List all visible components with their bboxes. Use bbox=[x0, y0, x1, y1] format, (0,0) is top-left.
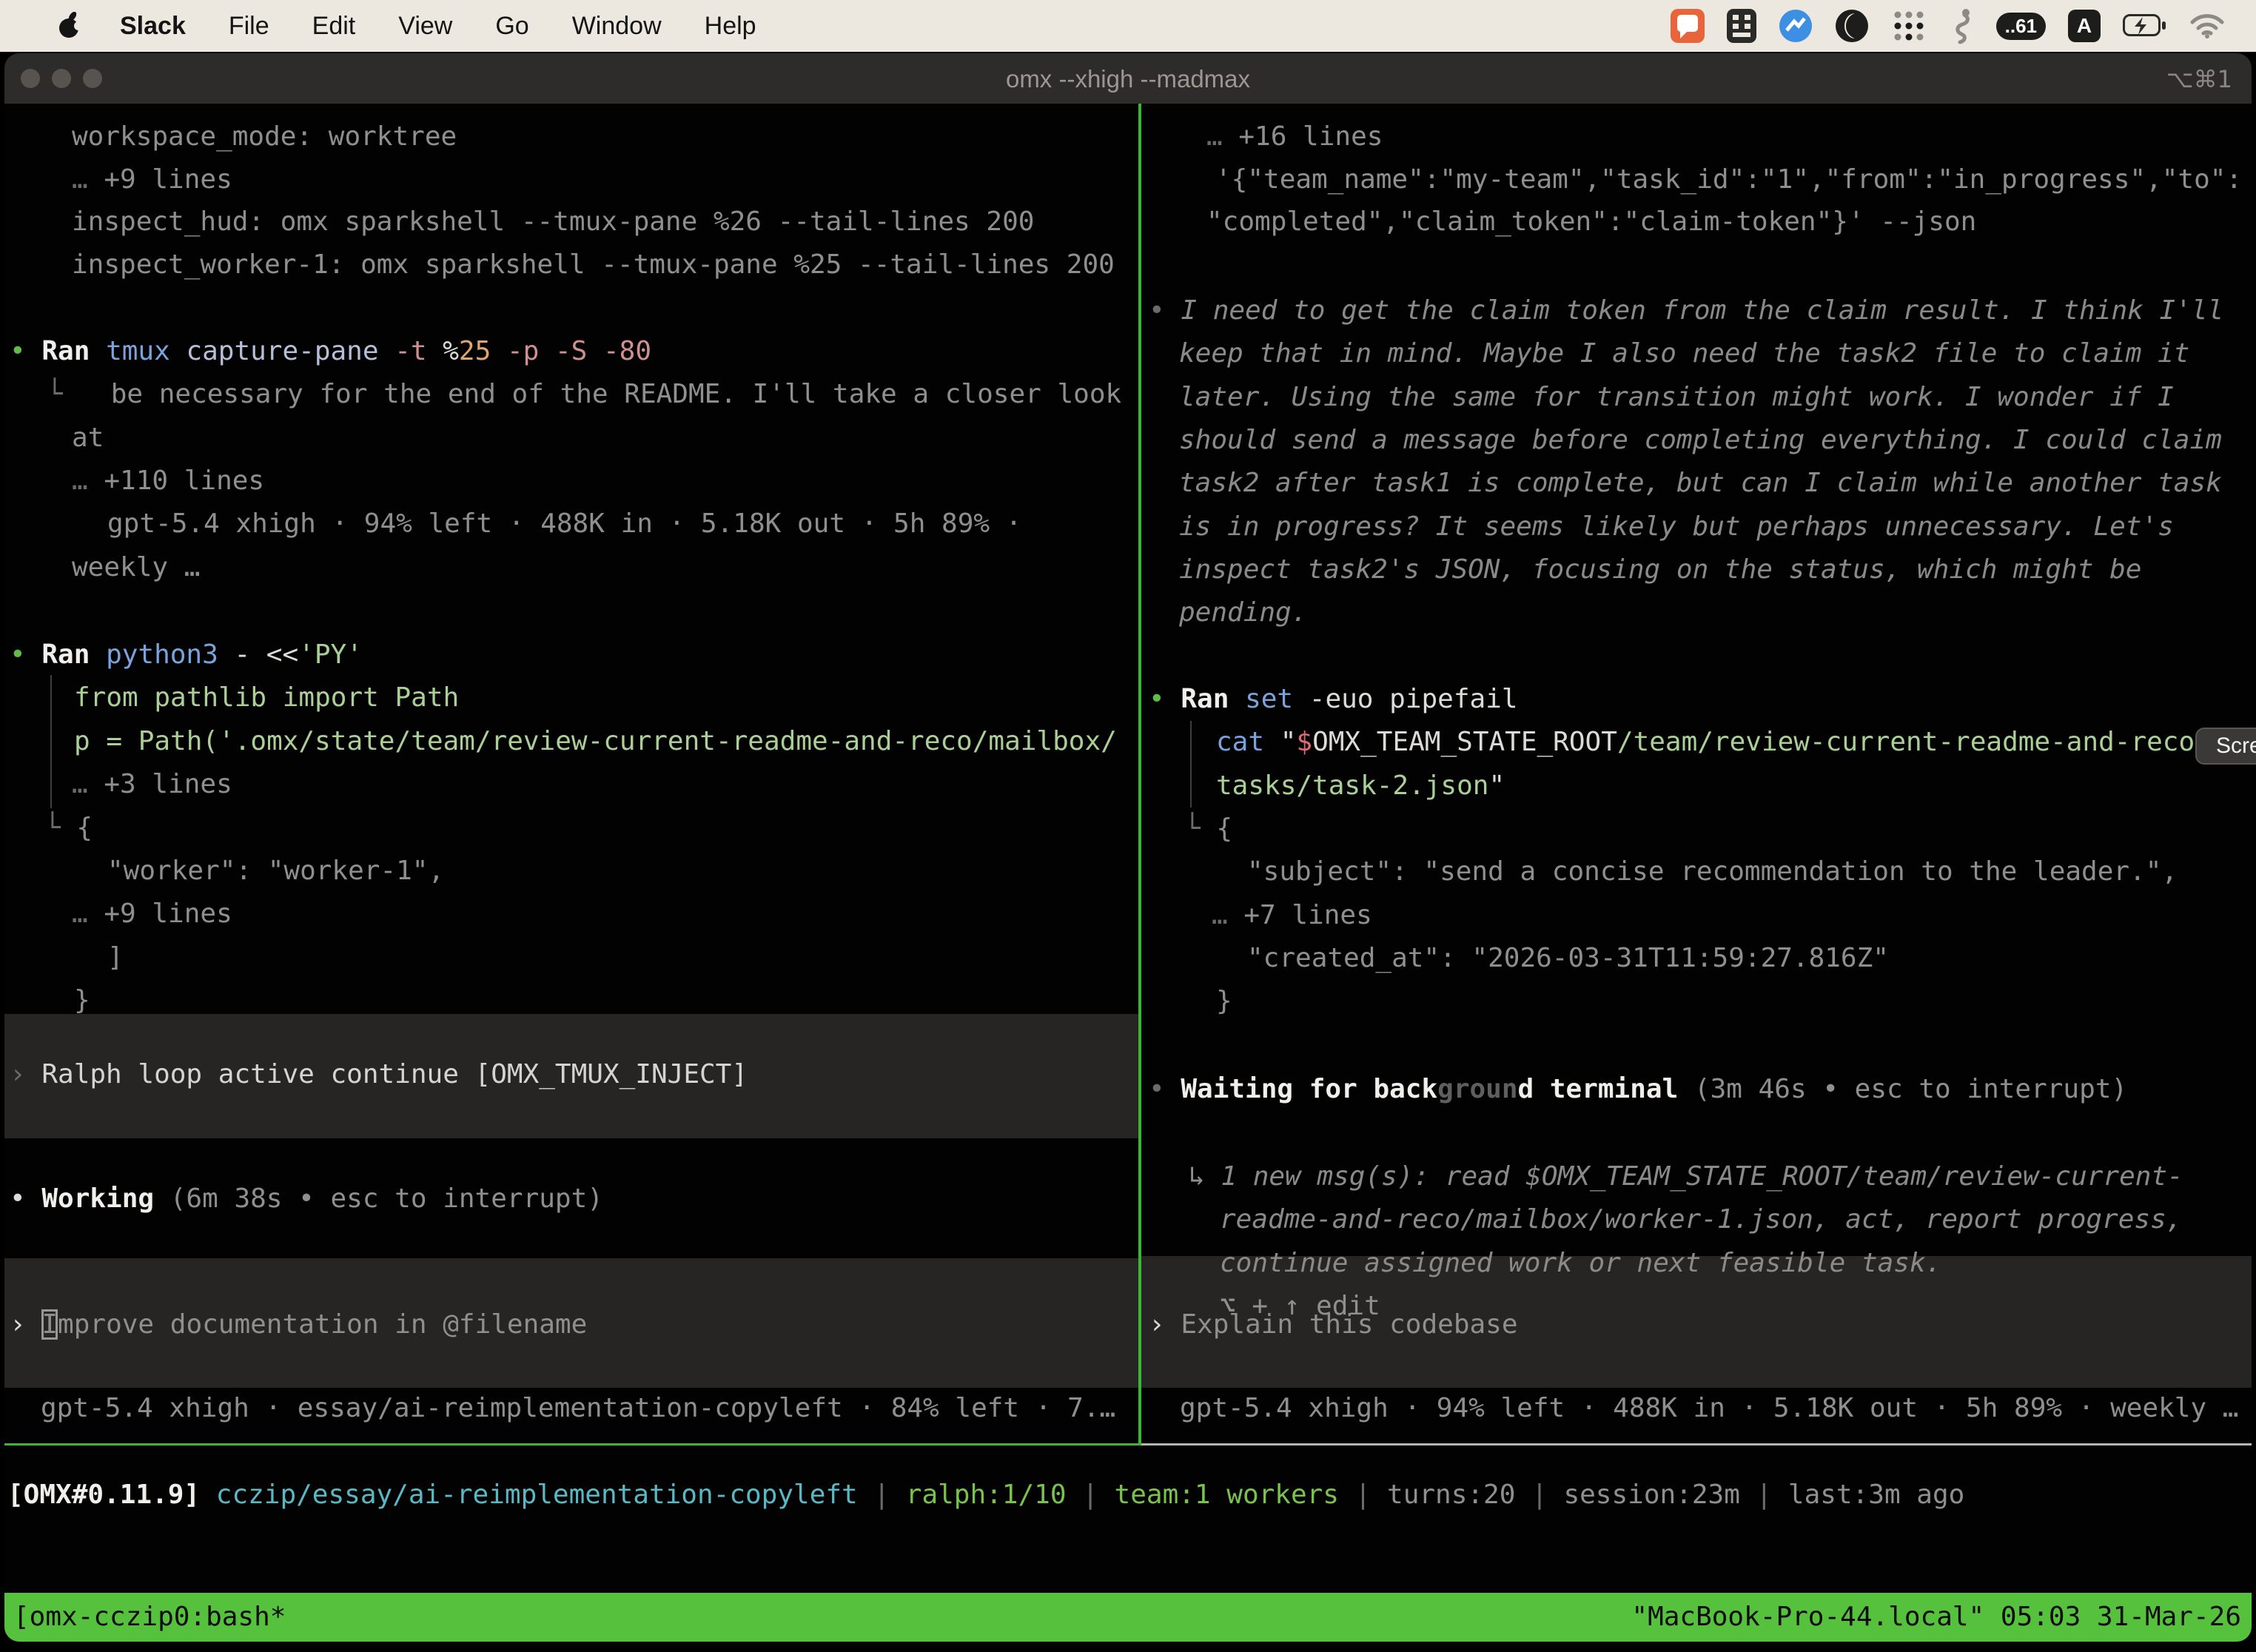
command-line: • Ran python3 - <<'PY' bbox=[10, 634, 363, 676]
menu-app-name[interactable]: Slack bbox=[120, 12, 186, 41]
term-line: continue assigned work or next feasible … bbox=[1220, 1242, 1941, 1285]
command-line: • Ran tmux capture-pane -t %25 -p -S -80 bbox=[10, 330, 651, 373]
minimize-button[interactable] bbox=[52, 69, 71, 88]
pane-divider[interactable] bbox=[1138, 104, 1141, 1446]
window-shortcut: ⌥⌘1 bbox=[2166, 65, 2232, 93]
dots-grid-icon[interactable] bbox=[1891, 8, 1927, 44]
term-line: └ { bbox=[1184, 807, 1232, 850]
omx-status-line: [OMX#0.11.9] cczip/essay/ai-reimplementa… bbox=[7, 1474, 1964, 1517]
term-line: "completed","claim_token":"claim-token"}… bbox=[1206, 201, 1976, 244]
zoom-button[interactable] bbox=[83, 69, 102, 88]
term-line: should send a message before completing … bbox=[1179, 419, 2222, 462]
battery-icon[interactable] bbox=[2123, 14, 2167, 38]
term-line: … +3 lines bbox=[72, 763, 232, 806]
wifi-icon[interactable] bbox=[2189, 13, 2225, 39]
term-line: p = Path('.omx/state/team/review-current… bbox=[74, 720, 1117, 763]
term-line: "created_at": "2026-03-31T11:59:27.816Z" bbox=[1247, 937, 1889, 980]
seahorse-app-icon[interactable] bbox=[1949, 7, 1974, 44]
term-line: at bbox=[72, 417, 104, 460]
messenger-app-icon[interactable] bbox=[1779, 9, 1813, 43]
term-line: workspace_mode: worktree bbox=[72, 115, 457, 158]
window-title: omx --xhigh --madmax bbox=[1006, 65, 1250, 93]
term-line: cat "$OMX_TEAM_STATE_ROOT/team/review-cu… bbox=[1216, 721, 2211, 764]
term-line: '{"team_name":"my-team","task_id":"1","f… bbox=[1215, 158, 2242, 201]
menu-help[interactable]: Help bbox=[705, 12, 756, 41]
model-status-line: gpt-5.4 xhigh · essay/ai-reimplementatio… bbox=[41, 1387, 1115, 1430]
term-line: from pathlib import Path bbox=[74, 676, 459, 719]
term-line: … +9 lines bbox=[72, 158, 232, 201]
menu-view[interactable]: View bbox=[398, 12, 452, 41]
tmux-status-bar: [omx-cczip0:bash* "MacBook-Pro-44.local"… bbox=[4, 1593, 2252, 1642]
count-badge-icon[interactable]: ..61 bbox=[1996, 13, 2046, 40]
term-line: task2 after task1 is complete, but can I… bbox=[1179, 462, 2222, 505]
active-pane-border[interactable] bbox=[4, 1443, 1140, 1446]
menu-file[interactable]: File bbox=[229, 12, 269, 41]
term-line: inspect_worker-1: omx sparkshell --tmux-… bbox=[72, 244, 1115, 286]
indent-guide bbox=[50, 675, 52, 808]
inactive-pane-border[interactable] bbox=[1141, 1443, 2252, 1446]
thinking-line: • I need to get the claim token from the… bbox=[1149, 289, 2223, 332]
screenshot-popup[interactable]: Scre bbox=[2195, 728, 2256, 765]
term-line: tasks/task-2.json" bbox=[1216, 765, 1505, 807]
menu-go[interactable]: Go bbox=[495, 12, 528, 41]
term-line: └ { bbox=[44, 807, 93, 850]
waiting-status-line: • Waiting for background terminal (3m 46… bbox=[1149, 1068, 2127, 1111]
term-line: later. Using the same for transition mig… bbox=[1179, 376, 2174, 419]
term-line: … +16 lines bbox=[1206, 115, 1383, 158]
tmux-host-clock: "MacBook-Pro-44.local" 05:03 31-Mar-26 bbox=[1631, 1593, 2241, 1642]
term-line: … +9 lines bbox=[72, 893, 232, 936]
working-status-line: • Working (6m 38s • esc to interrupt) bbox=[10, 1178, 603, 1220]
titlebar[interactable]: omx --xhigh --madmax ⌥⌘1 bbox=[4, 53, 2252, 104]
command-line: • Ran set -euo pipefail bbox=[1149, 678, 1518, 721]
prompt-placeholder-line: › Explain this codebase bbox=[1149, 1303, 1518, 1346]
menu-window[interactable]: Window bbox=[572, 12, 662, 41]
mailbox-message-line: ↳ 1 new msg(s): read $OMX_TEAM_STATE_ROO… bbox=[1189, 1155, 2183, 1198]
term-line: "subject": "send a concise recommendatio… bbox=[1247, 850, 2178, 893]
term-line: ] bbox=[107, 936, 124, 979]
term-line: inspect_hud: omx sparkshell --tmux-pane … bbox=[72, 201, 1034, 244]
term-line: "worker": "worker-1", bbox=[107, 850, 444, 893]
input-source-icon[interactable]: A bbox=[2068, 10, 2101, 42]
traffic-lights bbox=[21, 69, 102, 88]
term-line: … +7 lines bbox=[1212, 894, 1372, 937]
term-line: inspect task2's JSON, focusing on the st… bbox=[1179, 548, 2141, 591]
menu-edit[interactable]: Edit bbox=[312, 12, 356, 41]
prompt-placeholder-line: › Improve documentation in @filename bbox=[10, 1303, 587, 1346]
tmux-session-label: [omx-cczip0:bash* bbox=[13, 1593, 286, 1642]
model-status-line: gpt-5.4 xhigh · 94% left · 488K in · 5.1… bbox=[1180, 1387, 2238, 1430]
term-line: gpt-5.4 xhigh · 94% left · 488K in · 5.1… bbox=[107, 503, 1021, 545]
term-line: └ be necessary for the end of the README… bbox=[47, 373, 1121, 416]
term-line: … +110 lines bbox=[72, 460, 264, 503]
menubar: Slack File Edit View Go Window Help bbox=[0, 0, 2256, 52]
term-line: pending. bbox=[1179, 591, 1307, 634]
keyboard-app-icon[interactable] bbox=[1727, 9, 1756, 43]
term-line: is in progress? It seems likely but perh… bbox=[1179, 506, 2174, 548]
close-button[interactable] bbox=[21, 69, 40, 88]
indent-guide bbox=[1190, 721, 1192, 807]
apple-menu-icon[interactable] bbox=[58, 12, 81, 40]
menubar-status-icons: ..61 A bbox=[1671, 7, 2225, 44]
screen: Slack File Edit View Go Window Help bbox=[0, 0, 2256, 1652]
chat-app-icon[interactable] bbox=[1671, 9, 1705, 43]
term-line: } bbox=[74, 979, 90, 1022]
term-line: weekly … bbox=[72, 546, 200, 589]
moon-app-icon[interactable] bbox=[1835, 9, 1869, 43]
term-line: keep that in mind. Maybe I also need the… bbox=[1179, 332, 2189, 375]
term-line: } bbox=[1216, 980, 1232, 1023]
ralph-loop-line: › Ralph loop active continue [OMX_TMUX_I… bbox=[10, 1053, 748, 1096]
term-line: readme-and-reco/mailbox/worker-1.json, a… bbox=[1220, 1198, 2182, 1241]
